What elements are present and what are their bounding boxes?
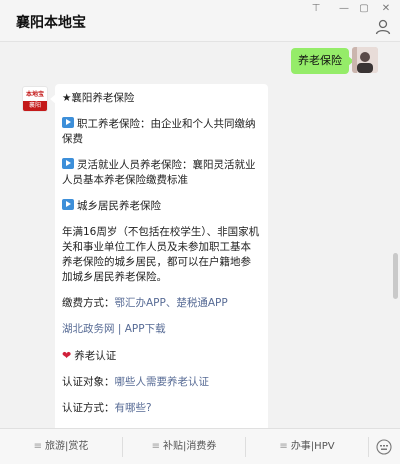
minimize-icon[interactable]: — [336, 3, 352, 15]
play-icon [62, 158, 74, 169]
portrait-icon [352, 47, 378, 73]
certification-target: 认证对象：哪些人需要养老认证 [62, 375, 261, 390]
target-label: 认证对象： [62, 376, 115, 388]
item-text: 城乡居民养老保险 [77, 200, 161, 212]
link-chushuitong-app[interactable]: 楚税通APP [176, 297, 227, 309]
title-bar: 襄阳本地宝 ⊤ — ▢ ✕ [0, 0, 400, 42]
link-ehuiban-app[interactable]: 鄂汇办APP [115, 297, 166, 309]
eligibility-text: 年满16周岁（不包括在校学生）、非国家机关和事业单位工作人员及未参加职工基本养老… [62, 226, 260, 283]
item-employee-pension: 职工养老保险：由企业和个人共同缴纳保费 [62, 117, 261, 147]
certification-title: 养老认证 [74, 350, 117, 362]
link-hubei-gov[interactable]: 湖北政务网 [62, 323, 115, 335]
avatar-city-text: 襄阳 [23, 101, 47, 111]
message-title: ★襄阳养老保险 [62, 92, 135, 104]
menu-label: 办事|HPV [290, 441, 335, 452]
link-separator: | [114, 323, 125, 335]
link-who-needs-cert[interactable]: 哪些人需要养老认证 [115, 376, 210, 388]
gov-links: 湖北政务网 | APP下载 [62, 322, 261, 337]
menu-travel[interactable]: ≡ 旅游|赏花 [0, 429, 122, 464]
play-icon [62, 117, 74, 128]
avatar-logo-text: 本地宝 [25, 91, 44, 98]
menu-grip-icon: ≡ [33, 441, 42, 452]
user-icon[interactable] [374, 18, 392, 36]
keyboard-icon[interactable] [376, 439, 392, 455]
menu-divider [368, 437, 369, 457]
menu-label: 旅游|赏花 [45, 441, 89, 452]
menu-label: 补贴|消费券 [163, 441, 217, 452]
item-text: 灵活就业人员养老保险：襄阳灵活就业人员基本养老保险缴费标准 [62, 159, 256, 186]
payment-methods: 缴费方式：鄂汇办APP、楚税通APP [62, 296, 261, 311]
incoming-message[interactable]: ★襄阳养老保险 职工养老保险：由企业和个人共同缴纳保费 灵活就业人员养老保险：襄… [50, 84, 268, 428]
item-resident-pension: 城乡居民养老保险 [62, 199, 261, 214]
play-icon [62, 199, 74, 210]
item-text: 职工养老保险：由企业和个人共同缴纳保费 [62, 118, 256, 145]
item-flexible-pension: 灵活就业人员养老保险：襄阳灵活就业人员基本养老保险缴费标准 [62, 158, 261, 188]
certification-heading: ❤ 养老认证 [62, 348, 261, 364]
link-app-download[interactable]: APP下载 [125, 323, 166, 335]
payment-label: 缴费方式： [62, 297, 115, 309]
certification-method: 认证方式：有哪些? [62, 401, 261, 416]
bottom-menu-bar: ≡ 旅游|赏花 ≡ 补贴|消费券 ≡ 办事|HPV [0, 428, 400, 464]
chat-scrollbar[interactable] [393, 253, 398, 299]
menu-grip-icon: ≡ [151, 441, 160, 452]
heart-icon: ❤ [62, 349, 72, 362]
link-separator: 、 [165, 297, 177, 309]
menu-services[interactable]: ≡ 办事|HPV [246, 429, 368, 464]
pin-icon[interactable]: ⊤ [308, 3, 324, 15]
menu-subsidy[interactable]: ≡ 补贴|消费券 [123, 429, 245, 464]
chat-title: 襄阳本地宝 [16, 15, 86, 31]
link-cert-methods[interactable]: 有哪些? [115, 402, 152, 414]
menu-grip-icon: ≡ [279, 441, 288, 452]
maximize-icon[interactable]: ▢ [356, 3, 372, 15]
bendibao-avatar[interactable]: 本地宝 襄阳 [22, 86, 48, 112]
chat-area[interactable]: 养老保险 本地宝 襄阳 ★襄阳养老保险 职工养老保险：由企业和个人共同缴纳保费 … [0, 42, 400, 428]
method-label: 认证方式： [62, 402, 115, 414]
close-icon[interactable]: ✕ [378, 3, 394, 15]
outgoing-message[interactable]: 养老保险 [291, 48, 354, 74]
my-avatar[interactable] [352, 47, 378, 73]
